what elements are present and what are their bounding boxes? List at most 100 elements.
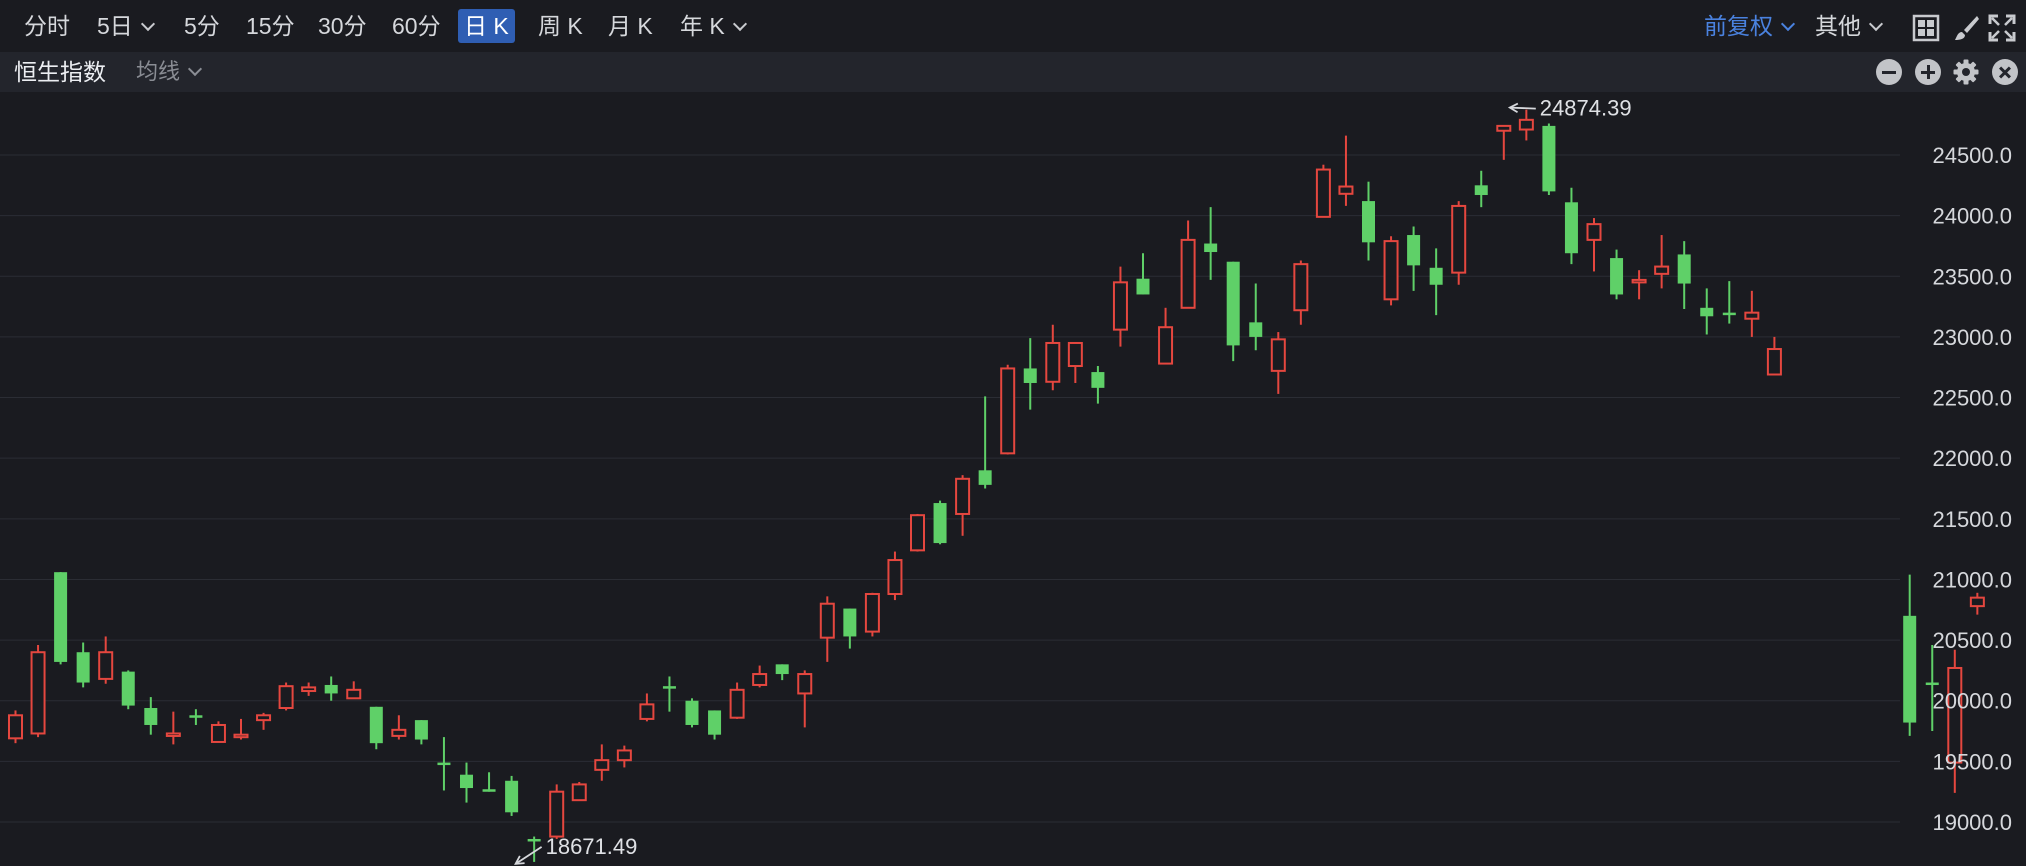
moving-average-dropdown[interactable]: 均线 [136, 56, 203, 88]
adjust-label: 前复权 [1704, 13, 1773, 39]
candle-body [278, 685, 294, 710]
candle-body [819, 602, 835, 639]
candle-body [1226, 261, 1240, 346]
period-tab[interactable]: 月 K [602, 9, 659, 43]
y-tick-label: 19500.0 [1932, 749, 2012, 774]
annotation-label: 24874.39 [1540, 96, 1632, 121]
zoom-out-icon[interactable] [1876, 59, 1902, 85]
candle-body [324, 684, 338, 694]
period-tab[interactable]: 5分 [178, 9, 226, 43]
brush-icon[interactable] [1952, 14, 1980, 42]
candle-body [1631, 278, 1647, 284]
grid-lines [0, 154, 1900, 823]
candle-body [1429, 267, 1443, 285]
candle-body [1474, 185, 1488, 196]
period-tab[interactable]: 30分 [312, 9, 373, 43]
candle-body [639, 703, 655, 720]
candle-body [8, 714, 23, 740]
candle-body [301, 686, 317, 693]
period-tab[interactable]: 日 K [458, 9, 515, 43]
y-tick-label: 22500.0 [1932, 386, 2012, 411]
period-tab-label: 年 K [680, 13, 725, 39]
candle-body [1925, 682, 1939, 686]
zoom-in-icon[interactable] [1915, 59, 1941, 85]
candle-body [685, 700, 699, 725]
candle-body [1518, 118, 1534, 131]
candle-body [505, 780, 519, 813]
candle-body [1067, 341, 1083, 368]
candle-body [30, 651, 46, 735]
y-tick-label: 24500.0 [1932, 143, 2012, 168]
annotation-label: 18671.49 [546, 834, 638, 859]
y-tick-label: 20000.0 [1932, 689, 2012, 714]
candle-body [54, 572, 68, 662]
fullscreen-icon[interactable] [1988, 14, 2016, 42]
period-tab-label: 周 K [538, 13, 583, 39]
candle-body [1903, 615, 1917, 723]
candle-body [1542, 125, 1556, 192]
adjust-dropdown[interactable]: 前复权 [1698, 9, 1799, 43]
ma-label: 均线 [136, 59, 181, 84]
candle-body [1496, 124, 1512, 132]
candle-body [233, 733, 249, 739]
candle-body [933, 503, 947, 544]
candle-body [1722, 312, 1736, 316]
candle-body [1204, 243, 1218, 253]
period-tab[interactable]: 分时 [18, 9, 76, 43]
period-tab-label: 月 K [608, 13, 653, 39]
candle-body [1000, 367, 1016, 455]
close-icon[interactable] [1992, 59, 2018, 85]
period-tab[interactable]: 5日 [91, 9, 159, 43]
candle-body [1112, 281, 1128, 331]
candle-body [1023, 368, 1037, 383]
y-tick-label: 23000.0 [1932, 325, 2012, 350]
candle-body [98, 651, 114, 680]
candle-body [1586, 223, 1602, 241]
period-tab-label: 分时 [24, 13, 70, 39]
candles [8, 109, 1985, 862]
candle-body [1136, 278, 1150, 295]
settings-icon[interactable] [1953, 59, 1979, 85]
candlestick-chart: 24500.0 24000.0 23500.0 23000.0 22500.0 22000… [0, 96, 2012, 865]
candle-body [864, 593, 880, 633]
candle-body [1293, 263, 1309, 312]
candle-body [1383, 240, 1399, 301]
candle-body [76, 652, 90, 683]
period-tab-label: 60分 [392, 13, 441, 39]
chevron-down-icon [1780, 16, 1796, 32]
candle-body [1969, 596, 1985, 608]
period-tab[interactable]: 15分 [240, 9, 301, 43]
grid-layout-icon[interactable] [1912, 14, 1940, 42]
candle-body [144, 708, 158, 725]
candle-body [1700, 307, 1714, 317]
candle-body [1180, 238, 1196, 309]
period-tab-label: 30分 [318, 13, 367, 39]
candle-body [549, 790, 565, 838]
chevron-down-icon [732, 16, 747, 32]
chevron-down-icon [140, 16, 155, 32]
y-tick-label: 21000.0 [1932, 567, 2012, 592]
toolbar: 分时 5日 5分 15分 30分 60分日 K 周 K 月 K 年 K 前复权 其他 [0, 0, 2026, 52]
candle-body [1451, 204, 1467, 274]
candle-body [978, 470, 992, 485]
period-tab[interactable]: 年 K [674, 9, 751, 43]
candle-body [256, 714, 272, 722]
period-tab-label: 15分 [246, 13, 295, 39]
candle-body [414, 720, 428, 740]
y-tick-label: 21500.0 [1932, 507, 2012, 532]
candle-body [1744, 311, 1760, 320]
candle-body [482, 789, 496, 792]
annotation-arrow [515, 846, 543, 865]
candle-body [708, 710, 722, 735]
period-tab[interactable]: 周 K [532, 9, 589, 43]
candle-body [1315, 168, 1331, 218]
candle-body [369, 706, 383, 744]
candle-body [571, 783, 587, 802]
chevron-down-icon [187, 61, 203, 77]
candle-body [1362, 201, 1375, 243]
period-tab-label: 日 K [464, 13, 509, 39]
candle-body [797, 673, 813, 695]
period-tab[interactable]: 60分 [386, 9, 447, 43]
candle-body [121, 671, 135, 706]
other-dropdown[interactable]: 其他 [1809, 9, 1887, 43]
